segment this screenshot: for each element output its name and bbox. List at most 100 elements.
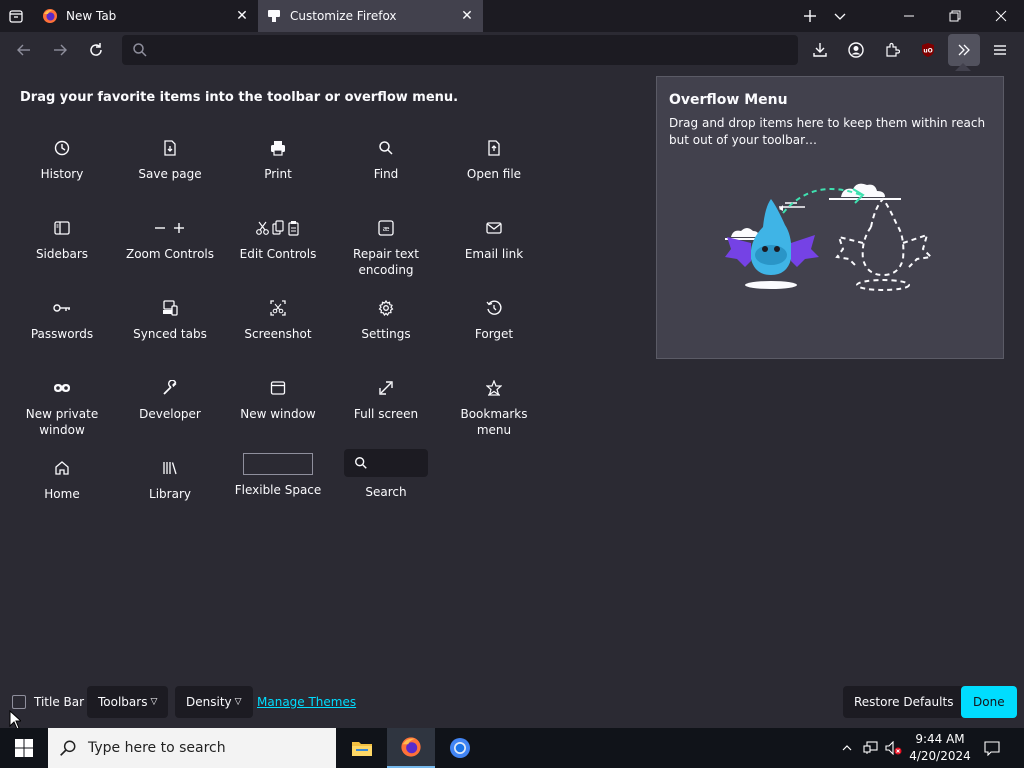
forward-button[interactable] (46, 36, 74, 64)
extensions-button[interactable] (878, 36, 906, 64)
tray-network[interactable] (862, 728, 880, 768)
tab-new-tab[interactable]: New Tab ✕ (34, 0, 258, 32)
overflow-menu-description: Drag and drop items here to keep them wi… (669, 116, 986, 147)
palette-item-new-private-window[interactable]: New private window (12, 378, 112, 438)
firefox-view-button[interactable] (4, 4, 28, 28)
account-button[interactable] (842, 36, 870, 64)
action-center-button[interactable] (978, 728, 1006, 768)
taskbar-search-placeholder: Type here to search (88, 740, 226, 756)
done-button[interactable]: Done (961, 686, 1017, 718)
account-icon (848, 42, 864, 58)
density-dropdown[interactable]: Density ▽ (175, 686, 253, 718)
new-tab-button[interactable] (798, 4, 822, 28)
palette-item-label: Bookmarks menu (460, 407, 528, 437)
app-menu-button[interactable] (986, 36, 1014, 64)
palette-item-email-link[interactable]: Email link (444, 218, 544, 262)
palette-item-synced-tabs[interactable]: Synced tabs (120, 298, 220, 342)
palette-item-label: Save page (138, 167, 202, 181)
palette-item-developer[interactable]: Developer (120, 378, 220, 422)
overflow-menu-panel[interactable]: Overflow Menu Drag and drop items here t… (656, 76, 1004, 359)
zoom-icon (120, 218, 220, 238)
history-icon (12, 138, 112, 158)
done-wrap: Done (961, 686, 1017, 718)
tab-customize-firefox[interactable]: Customize Firefox ✕ (258, 0, 483, 32)
forget-icon (444, 298, 544, 318)
palette-item-search[interactable]: Search (336, 449, 436, 500)
palette-item-label: Zoom Controls (125, 247, 215, 261)
palette-item-library[interactable]: Library (120, 458, 220, 502)
palette-item-label: Screenshot (244, 327, 312, 341)
close-tab-icon[interactable]: ✕ (234, 8, 250, 24)
taskbar-chrome[interactable] (436, 728, 484, 768)
palette-item-flexible-space[interactable]: Flexible Space (228, 453, 328, 498)
palette-item-new-window[interactable]: New window (228, 378, 328, 422)
palette-item-forget[interactable]: Forget (444, 298, 544, 342)
flexible-space-box (243, 453, 313, 475)
palette-item-label: New private window (25, 407, 99, 437)
clock-date: 4/20/2024 (909, 749, 971, 763)
start-button[interactable] (0, 728, 48, 768)
taskbar-file-explorer[interactable] (338, 728, 386, 768)
tab-title: New Tab (66, 9, 117, 23)
manage-themes-link[interactable]: Manage Themes (257, 695, 356, 709)
sidebars-icon (12, 218, 112, 238)
customize-heading: Drag your favorite items into the toolba… (20, 90, 459, 105)
downloads-button[interactable] (806, 36, 834, 64)
palette-item-passwords[interactable]: Passwords (12, 298, 112, 342)
taskbar-clock[interactable]: 9:44 AM 4/20/2024 (906, 731, 974, 765)
palette-item-full-screen[interactable]: Full screen (336, 378, 436, 422)
svg-text:æ: æ (383, 225, 390, 233)
palette-item-print[interactable]: Print (228, 138, 328, 182)
reload-button[interactable] (82, 36, 110, 64)
restore-button[interactable] (932, 0, 978, 32)
palette-item-label: Sidebars (35, 247, 89, 261)
palette-item-open-file[interactable]: Open file (444, 138, 544, 182)
manage-themes-link-wrap: Manage Themes (257, 686, 356, 718)
minimize-icon (904, 15, 914, 17)
chrome-icon (450, 738, 470, 758)
notification-icon (984, 741, 1000, 756)
toolbars-dropdown[interactable]: Toolbars ▽ (87, 686, 169, 718)
density-label: Density (186, 695, 232, 709)
restore-defaults-button[interactable]: Restore Defaults (843, 686, 965, 718)
ublock-button[interactable]: uO (914, 36, 942, 64)
customize-area: Drag your favorite items into the toolba… (0, 68, 1024, 728)
taskbar-search-box[interactable]: Type here to search (48, 728, 336, 768)
palette-item-bookmarks-menu[interactable]: Bookmarks menu (444, 378, 544, 438)
svg-text:uO: uO (923, 48, 932, 55)
tray-volume[interactable] (884, 728, 904, 768)
palette-item-settings[interactable]: Settings (336, 298, 436, 342)
taskbar-firefox[interactable] (387, 728, 435, 768)
palette-item-repair-text-encoding[interactable]: æ Repair text encoding (336, 218, 436, 278)
overflow-menu-button[interactable] (948, 34, 980, 66)
palette-item-home[interactable]: Home (12, 458, 112, 502)
network-icon (863, 741, 878, 754)
list-all-tabs-button[interactable] (828, 4, 852, 28)
palette-item-label: Flexible Space (234, 483, 322, 497)
url-bar[interactable] (122, 35, 798, 65)
close-tab-icon[interactable]: ✕ (459, 8, 475, 24)
firefox-icon (401, 737, 421, 757)
back-button[interactable] (10, 36, 38, 64)
minimize-button[interactable] (886, 0, 932, 32)
downloads-icon (813, 43, 827, 57)
palette-item-find[interactable]: Find (336, 138, 436, 182)
palette-item-zoom-controls[interactable]: Zoom Controls (120, 218, 220, 262)
palette-item-save-page[interactable]: Save page (120, 138, 220, 182)
palette-item-label: Home (44, 487, 80, 501)
palette-item-label: History (40, 167, 84, 181)
palette-item-history[interactable]: History (12, 138, 112, 182)
forward-icon (54, 44, 67, 56)
title-bar-checkbox[interactable] (12, 695, 26, 709)
private-mask-icon (12, 378, 112, 398)
title-bar-toggle[interactable]: Title Bar (12, 686, 84, 718)
tray-show-hidden[interactable] (838, 728, 856, 768)
palette-item-screenshot[interactable]: Screenshot (228, 298, 328, 342)
palette-item-edit-controls[interactable]: Edit Controls (228, 218, 328, 262)
search-box (344, 449, 428, 477)
back-icon (17, 44, 30, 56)
palette-item-label: New window (240, 407, 316, 421)
palette-item-label: Passwords (30, 327, 94, 341)
palette-item-sidebars[interactable]: Sidebars (12, 218, 112, 262)
close-window-button[interactable] (978, 0, 1024, 32)
